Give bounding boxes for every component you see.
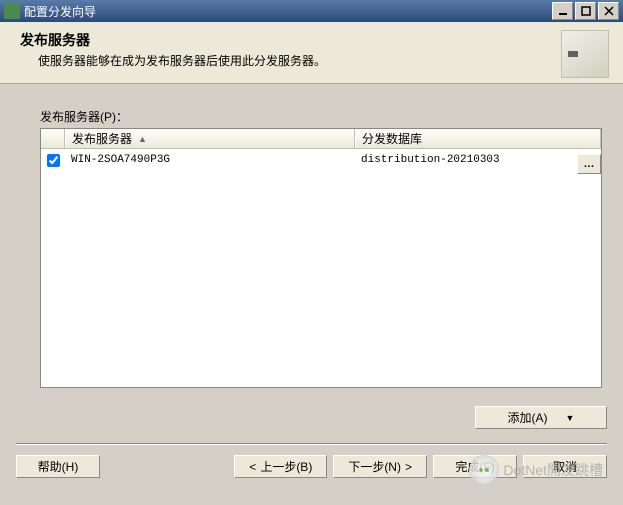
add-button[interactable]: 添加(A) ▼ <box>475 406 607 429</box>
maximize-button[interactable] <box>575 2 596 20</box>
column-database-label: 分发数据库 <box>362 130 422 147</box>
browse-database-button[interactable]: … <box>577 154 601 174</box>
page-title: 发布服务器 <box>20 30 553 50</box>
table-header: 发布服务器 ▲ 分发数据库 <box>41 129 601 149</box>
server-icon <box>561 30 609 78</box>
add-button-label: 添加(A) <box>508 409 548 426</box>
add-button-row: 添加(A) ▼ <box>0 396 623 437</box>
next-button-label: 下一步(N) <box>348 458 401 475</box>
chevron-down-icon: ▼ <box>566 413 575 423</box>
content-area: 发布服务器(P)： 发布服务器 ▲ 分发数据库 WIN-2SOA7490P3G … <box>0 84 623 396</box>
minimize-button[interactable] <box>552 2 573 20</box>
help-button-label: 帮助(H) <box>38 458 79 475</box>
arrow-right-icon: > <box>405 460 412 474</box>
help-button[interactable]: 帮助(H) <box>16 455 100 478</box>
next-button[interactable]: 下一步(N) > <box>333 455 427 478</box>
column-database[interactable]: 分发数据库 <box>355 129 601 148</box>
row-checkbox[interactable] <box>47 154 60 167</box>
watermark-text: DotNet開发跳槽 <box>503 460 603 480</box>
sort-ascending-icon: ▲ <box>138 134 147 144</box>
cell-database: distribution-20210303 <box>361 154 500 166</box>
wizard-header: 发布服务器 使服务器能够在成为发布服务器后使用此分发服务器。 <box>0 22 623 84</box>
page-subtitle: 使服务器能够在成为发布服务器后使用此分发服务器。 <box>38 52 553 69</box>
wechat-icon <box>469 455 499 485</box>
back-button-label: 上一步(B) <box>260 458 312 475</box>
close-button[interactable] <box>598 2 619 20</box>
app-icon <box>4 3 20 19</box>
cell-publisher: WIN-2SOA7490P3G <box>65 154 355 166</box>
arrow-left-icon: < <box>249 460 256 474</box>
window-controls <box>550 2 619 20</box>
window-title: 配置分发向导 <box>24 3 550 20</box>
column-publisher-label: 发布服务器 <box>72 130 132 147</box>
watermark: DotNet開发跳槽 <box>469 455 603 485</box>
back-button[interactable]: < 上一步(B) <box>234 455 327 478</box>
publisher-table: 发布服务器 ▲ 分发数据库 WIN-2SOA7490P3G distributi… <box>40 128 602 388</box>
column-publisher[interactable]: 发布服务器 ▲ <box>65 129 355 148</box>
table-row[interactable]: WIN-2SOA7490P3G distribution-20210303 … <box>41 149 601 171</box>
column-checkbox[interactable] <box>41 129 65 148</box>
title-bar: 配置分发向导 <box>0 0 623 22</box>
publisher-list-label: 发布服务器(P)： <box>40 108 607 125</box>
